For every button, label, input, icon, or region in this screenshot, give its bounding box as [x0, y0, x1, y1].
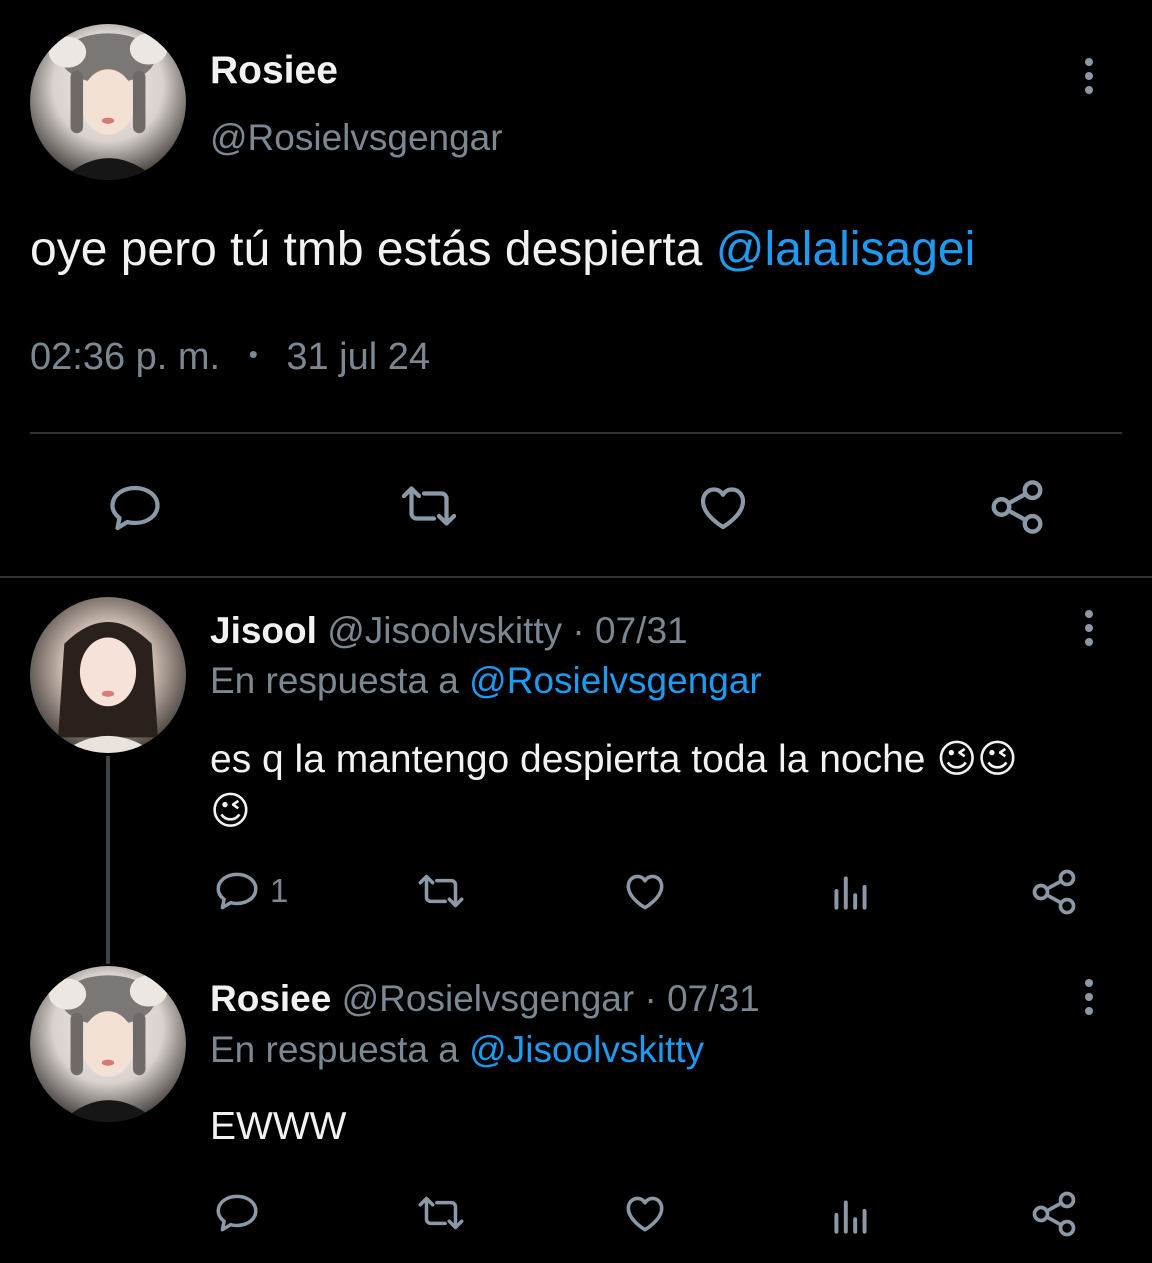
reply-icon[interactable]: [212, 1188, 262, 1238]
reply-icon[interactable]: [105, 478, 165, 538]
mention-link[interactable]: @Rosielvsgengar: [469, 660, 762, 701]
replying-to: En respuesta a @Jisoolvskitty: [210, 1029, 704, 1071]
thread-line: [106, 756, 110, 964]
more-options-icon[interactable]: [1085, 58, 1093, 100]
reply-header: Rosiee @Rosielvsgengar · 07/31: [210, 978, 760, 1020]
more-options-icon[interactable]: [1085, 610, 1093, 652]
tweet-meta: 02:36 p. m. • 31 jul 24: [30, 336, 430, 379]
mention-link[interactable]: @Jisoolvskitty: [469, 1029, 704, 1070]
handle[interactable]: @Jisoolvskitty: [327, 610, 562, 651]
tweet-time[interactable]: 02:36 p. m.: [30, 336, 220, 378]
replying-to: En respuesta a @Rosielvsgengar: [210, 660, 762, 702]
like-icon[interactable]: [692, 477, 754, 537]
retweet-icon[interactable]: [412, 1188, 470, 1238]
replying-to-label: En respuesta a: [210, 660, 470, 701]
reply-text-line: es q la mantengo despierta toda la noche…: [210, 738, 1018, 781]
meta-separator: •: [248, 339, 258, 369]
reply-date[interactable]: · 07/31: [572, 610, 687, 651]
reply-text: EWWW: [210, 1105, 347, 1148]
replying-to-label: En respuesta a: [210, 1029, 470, 1070]
like-icon[interactable]: [620, 1188, 670, 1238]
reply-text-line: 😉: [210, 790, 251, 833]
share-icon[interactable]: [986, 476, 1048, 538]
like-icon[interactable]: [620, 866, 670, 916]
mention-link[interactable]: @lalalisagei: [716, 223, 976, 276]
avatar[interactable]: [30, 597, 186, 753]
tweet-date[interactable]: 31 jul 24: [286, 336, 430, 378]
tweet-text-body: oye pero tú tmb estás despierta: [30, 223, 716, 276]
more-options-icon[interactable]: [1085, 979, 1093, 1021]
reply-header: Jisool @Jisoolvskitty · 07/31: [210, 610, 688, 652]
reply-date[interactable]: · 07/31: [645, 978, 760, 1019]
display-name[interactable]: Rosiee: [210, 978, 331, 1019]
share-icon[interactable]: [1028, 1188, 1080, 1240]
views-icon[interactable]: [826, 1190, 876, 1240]
views-icon[interactable]: [826, 866, 876, 916]
tweet-text: oye pero tú tmb estás despierta @lalalis…: [30, 222, 975, 277]
avatar[interactable]: [30, 966, 186, 1122]
divider: [0, 576, 1152, 578]
share-icon[interactable]: [1028, 866, 1080, 918]
display-name[interactable]: Rosiee: [210, 49, 338, 93]
handle[interactable]: @Rosielvsgengar: [342, 978, 635, 1019]
display-name[interactable]: Jisool: [210, 610, 317, 651]
reply-text: es q la mantengo despierta toda la noche…: [210, 734, 1018, 838]
reply-count: 1: [270, 872, 289, 909]
retweet-icon[interactable]: [394, 476, 464, 536]
retweet-icon[interactable]: [412, 866, 470, 916]
avatar[interactable]: [30, 24, 186, 180]
handle[interactable]: @Rosielvsgengar: [210, 117, 503, 159]
reply-icon[interactable]: 1: [212, 866, 288, 916]
divider: [30, 432, 1122, 434]
